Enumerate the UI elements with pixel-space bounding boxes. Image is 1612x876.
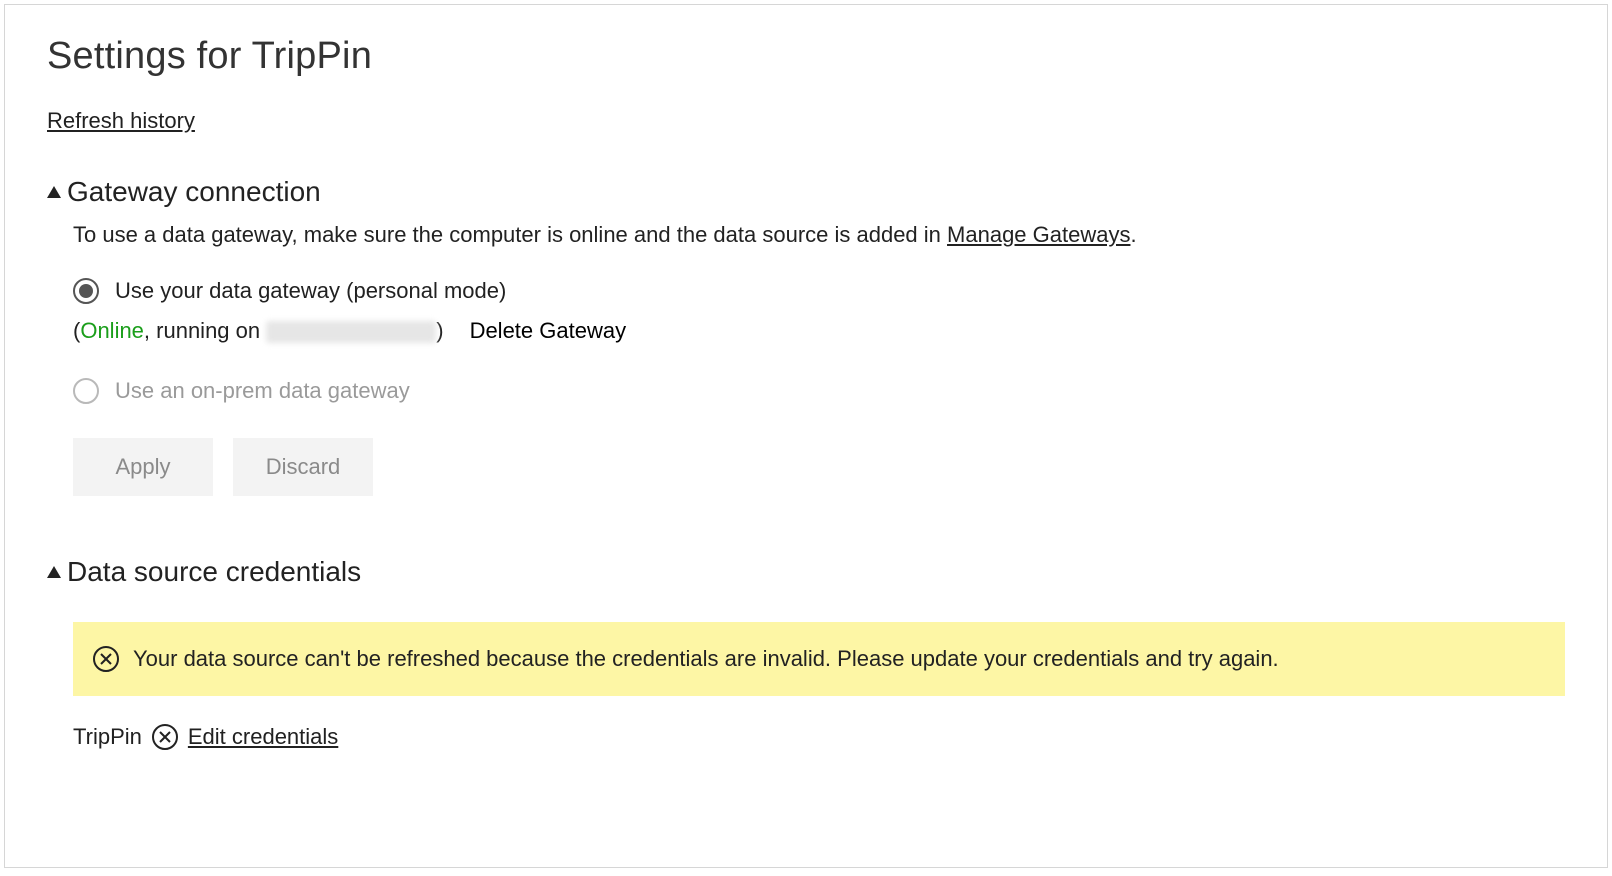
credentials-alert: Your data source can't be refreshed beca… bbox=[73, 622, 1565, 696]
gateway-radio-personal[interactable]: Use your data gateway (personal mode) bbox=[73, 278, 1565, 304]
gateway-status-row: (Online, running on ) Delete Gateway bbox=[73, 318, 1565, 344]
gateway-section-toggle[interactable]: Gateway connection bbox=[47, 176, 1565, 208]
radio-unselected-icon bbox=[73, 378, 99, 404]
gateway-desc-prefix: To use a data gateway, make sure the com… bbox=[73, 222, 947, 247]
gateway-status-online: Online bbox=[80, 318, 144, 343]
edit-credentials-link[interactable]: Edit credentials bbox=[188, 724, 338, 750]
apply-button[interactable]: Apply bbox=[73, 438, 213, 496]
refresh-history-link[interactable]: Refresh history bbox=[47, 108, 195, 134]
gateway-desc-suffix: . bbox=[1130, 222, 1136, 247]
gateway-description: To use a data gateway, make sure the com… bbox=[73, 222, 1565, 248]
credentials-alert-text: Your data source can't be refreshed beca… bbox=[133, 646, 1279, 672]
caret-up-icon bbox=[47, 186, 61, 198]
gateway-machine-name bbox=[266, 321, 436, 343]
error-icon bbox=[93, 646, 119, 672]
credentials-section-title: Data source credentials bbox=[67, 556, 361, 588]
discard-button[interactable]: Discard bbox=[233, 438, 373, 496]
page-title: Settings for TripPin bbox=[47, 35, 1565, 78]
data-source-name: TripPin bbox=[73, 724, 142, 750]
status-running-on: , running on bbox=[144, 318, 266, 343]
caret-up-icon bbox=[47, 566, 61, 578]
radio-selected-icon bbox=[73, 278, 99, 304]
credentials-section-toggle[interactable]: Data source credentials bbox=[47, 556, 1565, 588]
gateway-radio-onprem[interactable]: Use an on-prem data gateway bbox=[73, 378, 1565, 404]
status-close: ) bbox=[436, 318, 443, 343]
error-icon bbox=[152, 724, 178, 750]
manage-gateways-link[interactable]: Manage Gateways bbox=[947, 222, 1130, 247]
delete-gateway-link[interactable]: Delete Gateway bbox=[470, 318, 627, 344]
gateway-section-title: Gateway connection bbox=[67, 176, 321, 208]
gateway-radio-onprem-label: Use an on-prem data gateway bbox=[115, 378, 410, 404]
gateway-radio-personal-label: Use your data gateway (personal mode) bbox=[115, 278, 506, 304]
